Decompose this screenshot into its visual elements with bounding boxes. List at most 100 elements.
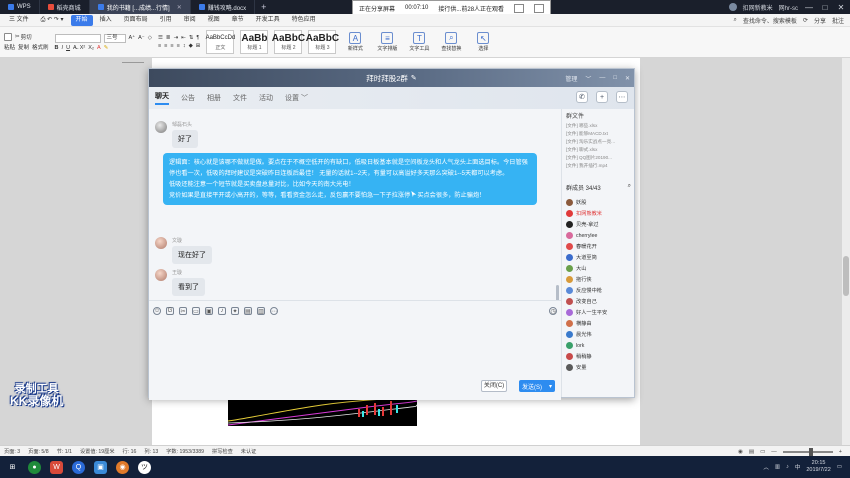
search-icon[interactable]: ⌕ xyxy=(628,183,631,192)
tab-wps-home[interactable]: WPS xyxy=(0,0,40,14)
spell-check-toggle[interactable]: 拼写检查 xyxy=(212,448,233,455)
align-center-icon[interactable]: ≡ xyxy=(164,43,167,49)
emoji-icon[interactable]: ☺ xyxy=(153,307,161,315)
send-button[interactable]: 发送(S) ▾ xyxy=(519,380,555,392)
list-item[interactable]: 拖行侠 xyxy=(562,274,635,285)
zoom-slider[interactable] xyxy=(782,447,833,456)
file-item[interactable]: [文件] 我开插行.mp4 xyxy=(562,162,634,170)
qq-penguin-icon[interactable]: ツ xyxy=(138,460,151,474)
minimize-icon[interactable]: — xyxy=(804,3,814,12)
manage-button[interactable]: 管理 xyxy=(565,74,577,83)
recorder-icon[interactable]: ◉ xyxy=(116,460,129,474)
avatar[interactable] xyxy=(566,320,573,327)
minimize-icon[interactable]: — xyxy=(599,75,605,81)
avatar[interactable] xyxy=(155,121,167,133)
share-control-button[interactable] xyxy=(534,3,545,13)
comment-button[interactable]: 批注 xyxy=(832,16,844,25)
chevron-down-icon[interactable]: ▾ xyxy=(549,383,552,390)
paste-button[interactable] xyxy=(4,33,12,41)
share-control-button[interactable] xyxy=(514,3,525,13)
page-view-icon[interactable]: ▤ xyxy=(749,449,754,455)
strikethrough-icon[interactable]: A̶ xyxy=(73,45,77,51)
tab-docer-mall[interactable]: 稻壳商城 xyxy=(40,0,90,14)
align-left-icon[interactable]: ≡ xyxy=(158,43,161,49)
start-icon[interactable]: ⊞ xyxy=(6,461,19,474)
file-item[interactable]: [文件] QQ图片20190... xyxy=(562,154,634,162)
justify-icon[interactable]: ≡ xyxy=(177,43,180,49)
tab-chat[interactable]: 聊天 xyxy=(155,91,169,105)
indent-icon[interactable]: ⇥ xyxy=(173,35,178,41)
scrollbar-thumb[interactable] xyxy=(843,256,849,296)
list-item[interactable]: 春暖花开 xyxy=(562,241,635,252)
bullet-list-icon[interactable]: ☰ xyxy=(158,35,163,41)
select-button[interactable]: ↖ 选择 xyxy=(470,32,496,52)
avatar[interactable] xyxy=(155,237,167,249)
avatar[interactable] xyxy=(566,342,573,349)
member-list[interactable]: 妖股 扣网熊教米 贝壳-拿过 cherrylee 春暖花开 大道至简 大山 拖行侠 反应慢中枪改… xyxy=(562,197,635,373)
command-search[interactable]: 查找命令、搜索模板 xyxy=(743,16,797,25)
tab-files[interactable]: 文件 xyxy=(233,93,247,103)
notification-icon[interactable]: ▭ xyxy=(837,464,842,470)
maximize-icon[interactable]: □ xyxy=(613,75,617,81)
align-right-icon[interactable]: ≡ xyxy=(170,43,173,49)
status-pages[interactable]: 页面: 5/8 xyxy=(28,448,48,455)
chevron-down-icon[interactable]: ﹀ xyxy=(585,74,591,83)
list-item[interactable]: 大山 xyxy=(562,263,635,274)
list-item[interactable]: lork xyxy=(562,340,635,351)
ime-icon[interactable]: 中 xyxy=(795,463,801,471)
wps-icon[interactable]: W xyxy=(50,460,63,474)
avatar[interactable] xyxy=(155,269,167,281)
copy-button[interactable]: 复制 xyxy=(18,43,29,51)
line-spacing-icon[interactable]: ↕ xyxy=(183,43,186,49)
folder-icon[interactable]: ▭ xyxy=(192,307,200,315)
file-item[interactable]: [文件] 能够MACD.txt xyxy=(562,130,634,138)
list-item[interactable]: 妖股 xyxy=(562,197,635,208)
add-app-icon[interactable]: + xyxy=(596,91,608,103)
image-icon[interactable]: ▣ xyxy=(205,307,213,315)
chat-title-bar[interactable]: 拜时拜股2群 ✎ 管理 ﹀ — □ ✕ xyxy=(149,69,634,87)
menu-chapter[interactable]: 章节 xyxy=(227,15,249,26)
account-name[interactable]: 扣网新教米 xyxy=(743,3,773,12)
subscript-icon[interactable]: X₂ xyxy=(88,45,94,51)
message-bubble[interactable]: 现在好了 xyxy=(172,246,212,264)
cut-button[interactable]: ✂ 剪切 xyxy=(15,33,32,41)
tab-settings[interactable]: 设置 ﹀ xyxy=(285,93,308,103)
vertical-scrollbar[interactable] xyxy=(842,58,850,445)
format-painter-button[interactable]: 格式刷 xyxy=(32,43,49,51)
status-certification[interactable]: 未认证 xyxy=(241,448,257,455)
tab-activities[interactable]: 活动 xyxy=(259,93,273,103)
avatar[interactable] xyxy=(728,3,737,11)
menu-reference[interactable]: 引用 xyxy=(155,15,177,26)
list-item[interactable]: 安量 xyxy=(562,362,635,373)
font-name-select[interactable] xyxy=(54,33,101,43)
text-layout-button[interactable]: ≡ 文字排版 xyxy=(374,32,400,52)
status-word-count[interactable]: 字数: 1953/3389 xyxy=(166,448,204,455)
font-color-icon[interactable]: A xyxy=(97,45,101,51)
more-icon[interactable]: ⋯ xyxy=(270,307,278,315)
avatar[interactable] xyxy=(566,276,573,283)
bold-icon[interactable]: B xyxy=(55,45,59,51)
list-item[interactable]: cherrylee xyxy=(562,230,635,241)
message-bubble-highlight[interactable]: 逻辑面：核心就是该哪不做就是做。要点在于不概空低开的有缺口，低吸日板基本就是空间… xyxy=(163,153,537,205)
border-icon[interactable]: ⊞ xyxy=(196,43,201,49)
zoom-out-icon[interactable]: — xyxy=(771,449,777,455)
sort-icon[interactable]: ⇅ xyxy=(189,35,194,41)
style-heading-2[interactable]: AaBbC 标题 2 xyxy=(272,30,305,54)
find-replace-button[interactable]: ⌕ 查找替换 xyxy=(438,32,464,52)
avatar[interactable] xyxy=(566,309,573,316)
clear-format-icon[interactable]: ◇ xyxy=(148,35,152,41)
message-bubble[interactable]: 看到了 xyxy=(172,278,205,296)
avatar[interactable] xyxy=(566,199,573,206)
gif-icon[interactable]: G xyxy=(166,307,174,315)
avatar[interactable] xyxy=(566,221,573,228)
avatar[interactable] xyxy=(566,287,573,294)
sender-name[interactable]: 王璇 xyxy=(172,269,205,276)
close-icon[interactable]: ✕ xyxy=(177,4,182,11)
screenshot-icon[interactable]: ✂ xyxy=(179,307,187,315)
sender-name[interactable]: 文璇 xyxy=(172,237,212,244)
avatar[interactable] xyxy=(566,353,573,360)
list-item[interactable]: 大道至简 xyxy=(562,252,635,263)
underline-icon[interactable]: U xyxy=(66,45,70,51)
more-icon[interactable]: ⋯ xyxy=(616,91,628,103)
list-item[interactable]: 好人一生平安 xyxy=(562,307,635,318)
